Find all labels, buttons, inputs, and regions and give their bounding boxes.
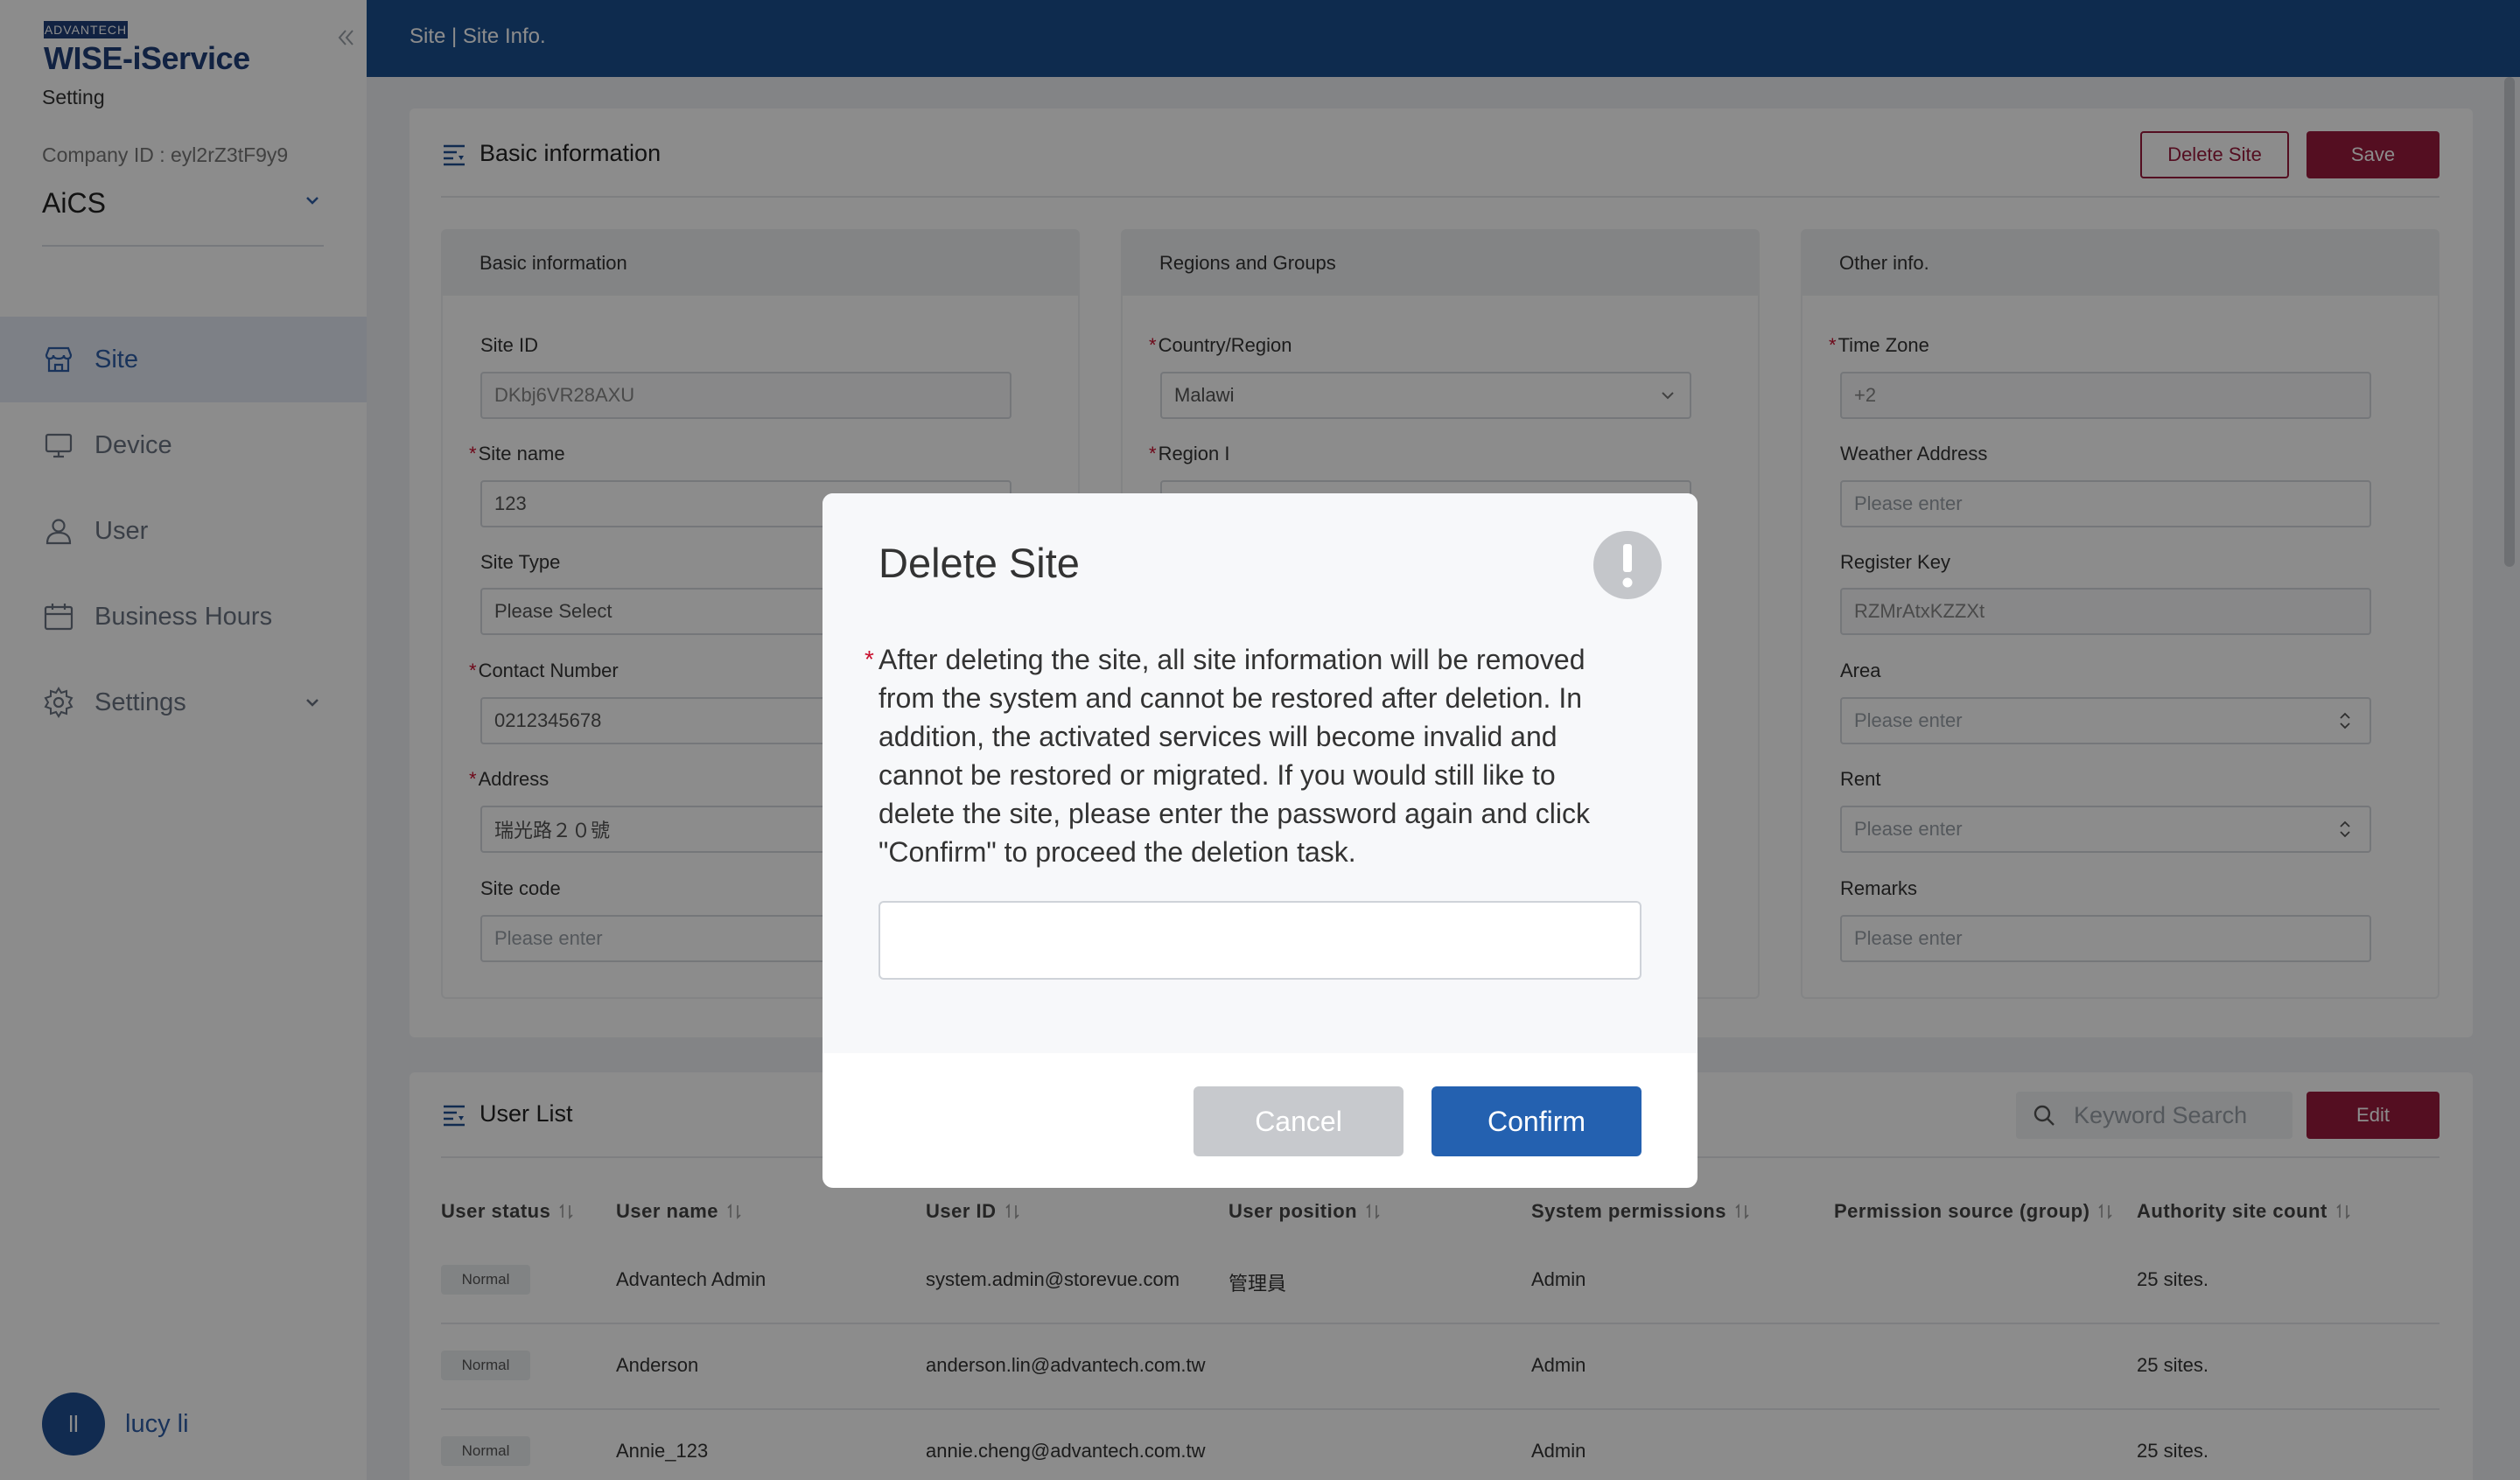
- exclamation-icon: [1593, 531, 1662, 599]
- dialog-title: Delete Site: [878, 540, 1080, 586]
- dialog-message-text: After deleting the site, all site inform…: [878, 644, 1590, 868]
- password-input[interactable]: [878, 901, 1642, 980]
- dialog-message: * After deleting the site, all site info…: [864, 640, 1634, 871]
- delete-site-dialog: Delete Site * After deleting the site, a…: [822, 493, 1698, 1188]
- confirm-button[interactable]: Confirm: [1432, 1086, 1642, 1156]
- cancel-button[interactable]: Cancel: [1194, 1086, 1404, 1156]
- required-mark: *: [864, 646, 874, 673]
